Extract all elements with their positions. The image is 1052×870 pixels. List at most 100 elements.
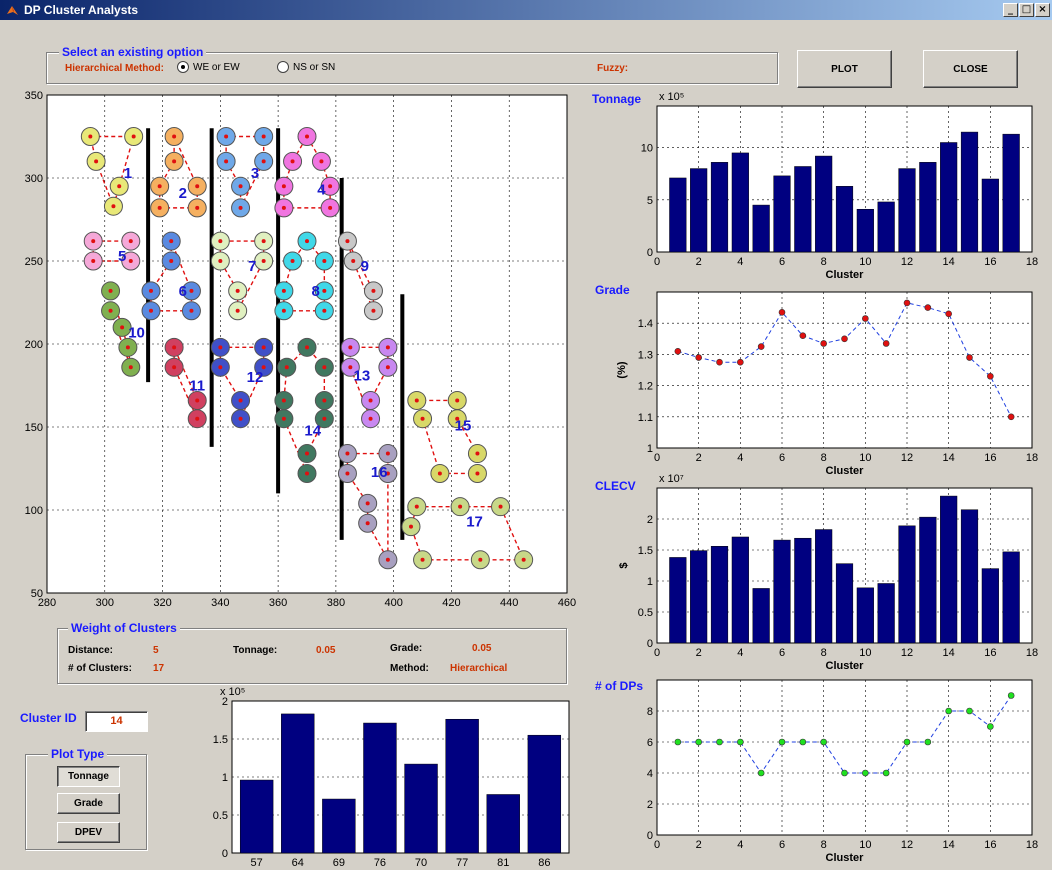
dpev-plot-button[interactable]: DPEV [57, 822, 120, 843]
dp-center-marker [125, 345, 130, 350]
dp-point [378, 444, 398, 464]
dp-point [231, 390, 251, 410]
dp-xtick-label: 69 [333, 857, 345, 869]
dp-center-marker [319, 159, 324, 164]
grade-marker [945, 310, 952, 318]
dp-center-marker [238, 184, 243, 189]
dp-center-marker [348, 365, 353, 370]
grade-plot-button[interactable]: Grade [57, 793, 120, 814]
dp-point [181, 301, 201, 321]
cluster-label: 8 [311, 283, 319, 300]
dp-point [311, 151, 331, 171]
dp-center-marker [305, 239, 309, 244]
dp-point [361, 409, 381, 429]
dp-xtick-label: 76 [374, 857, 386, 869]
dp-point [470, 550, 490, 570]
radio-we-ew-dot[interactable] [177, 61, 189, 73]
dps-marker [862, 769, 869, 777]
dp-center-marker [305, 345, 309, 350]
grade-xtick-label: 16 [984, 452, 996, 464]
dp-point [514, 550, 534, 570]
dp-ytick-label: 0 [222, 848, 228, 860]
dp-point [407, 390, 427, 410]
radio-ns-sn[interactable]: NS or SN [277, 61, 335, 73]
method-label: Method: [390, 663, 429, 674]
dp-center-marker [290, 259, 295, 263]
clecv-xtick-label: 2 [696, 647, 702, 659]
nclusters-label: # of Clusters: [68, 663, 132, 674]
tonnage-bar [794, 166, 812, 253]
dp-point [164, 357, 184, 377]
dps-marker [716, 738, 723, 746]
dp-bar [404, 763, 438, 854]
cluster-id-input[interactable]: 14 [85, 711, 148, 732]
dp-center-marker [420, 557, 425, 562]
dp-point [343, 251, 363, 271]
dp-point [277, 357, 297, 377]
clecv-xtick-label: 0 [654, 647, 660, 659]
clecv-exponent: x 10⁷ [659, 473, 684, 485]
close-button[interactable]: CLOSE [923, 50, 1018, 88]
dp-point [340, 357, 360, 377]
fuzzy-label: Fuzzy: [597, 63, 629, 74]
dp-center-marker [371, 288, 376, 293]
dp-point [337, 463, 357, 483]
clecv-bar [690, 550, 708, 644]
dp-center-marker [224, 159, 229, 164]
tonnage-bar [856, 208, 874, 253]
dp-point [447, 409, 467, 429]
tonnage-bar [815, 155, 833, 253]
radio-we-ew[interactable]: WE or EW [177, 61, 240, 73]
dp-point [210, 337, 230, 357]
dp-point [254, 337, 274, 357]
tonnage-plot-button[interactable]: Tonnage [57, 766, 120, 787]
dp-point [297, 337, 317, 357]
cluster-outline [89, 135, 135, 209]
dp-center-marker [322, 365, 327, 370]
dp-point [413, 409, 433, 429]
dp-xtick-label: 77 [456, 857, 468, 869]
tonnage-bar [752, 204, 770, 253]
dp-point [228, 281, 248, 301]
dp-point [187, 198, 207, 218]
dp-point [187, 176, 207, 196]
dp-point [164, 151, 184, 171]
dp-center-marker [157, 184, 162, 189]
dp-point [363, 281, 383, 301]
clecv-bar [710, 546, 729, 644]
dp-point [254, 127, 274, 146]
dp-point [447, 390, 467, 410]
distance-value: 5 [153, 645, 159, 656]
dps-marker [778, 738, 786, 746]
matlab-icon [7, 5, 18, 15]
dp-ytick-label: 1.5 [213, 734, 228, 746]
dp-center-marker [261, 259, 266, 263]
dp-point [407, 497, 427, 517]
map-plot-area [46, 94, 568, 594]
tonnage-xtick-label: 2 [696, 256, 702, 268]
radio-ns-sn-dot[interactable] [277, 61, 289, 73]
plot-button[interactable]: PLOT [797, 50, 892, 88]
dps-marker [987, 723, 994, 730]
dp-center-marker [365, 521, 370, 526]
dp-plot-area [231, 700, 570, 854]
dp-point [320, 176, 340, 196]
tonnage-xtick-label: 6 [779, 256, 785, 268]
dp-center-marker [91, 259, 96, 263]
dp-center-marker [235, 308, 240, 313]
minimize-button[interactable]: _ [1003, 3, 1018, 17]
dp-point [83, 251, 103, 271]
dp-point [210, 251, 230, 271]
close-window-button[interactable]: × [1035, 3, 1050, 17]
tonnage-value: 0.05 [316, 645, 336, 656]
maximize-button[interactable]: □ [1019, 3, 1034, 17]
tonnage-ytick-label: 10 [641, 143, 653, 155]
dp-center-marker [322, 398, 327, 403]
dp-point [161, 251, 181, 271]
clecv-xtick-label: 4 [737, 647, 743, 659]
nclusters-value: 17 [153, 663, 165, 674]
tonnage-title: Tonnage [592, 92, 641, 106]
dp-center-marker [281, 416, 286, 421]
dp-center-marker [149, 288, 153, 293]
dp-bar [445, 718, 479, 854]
